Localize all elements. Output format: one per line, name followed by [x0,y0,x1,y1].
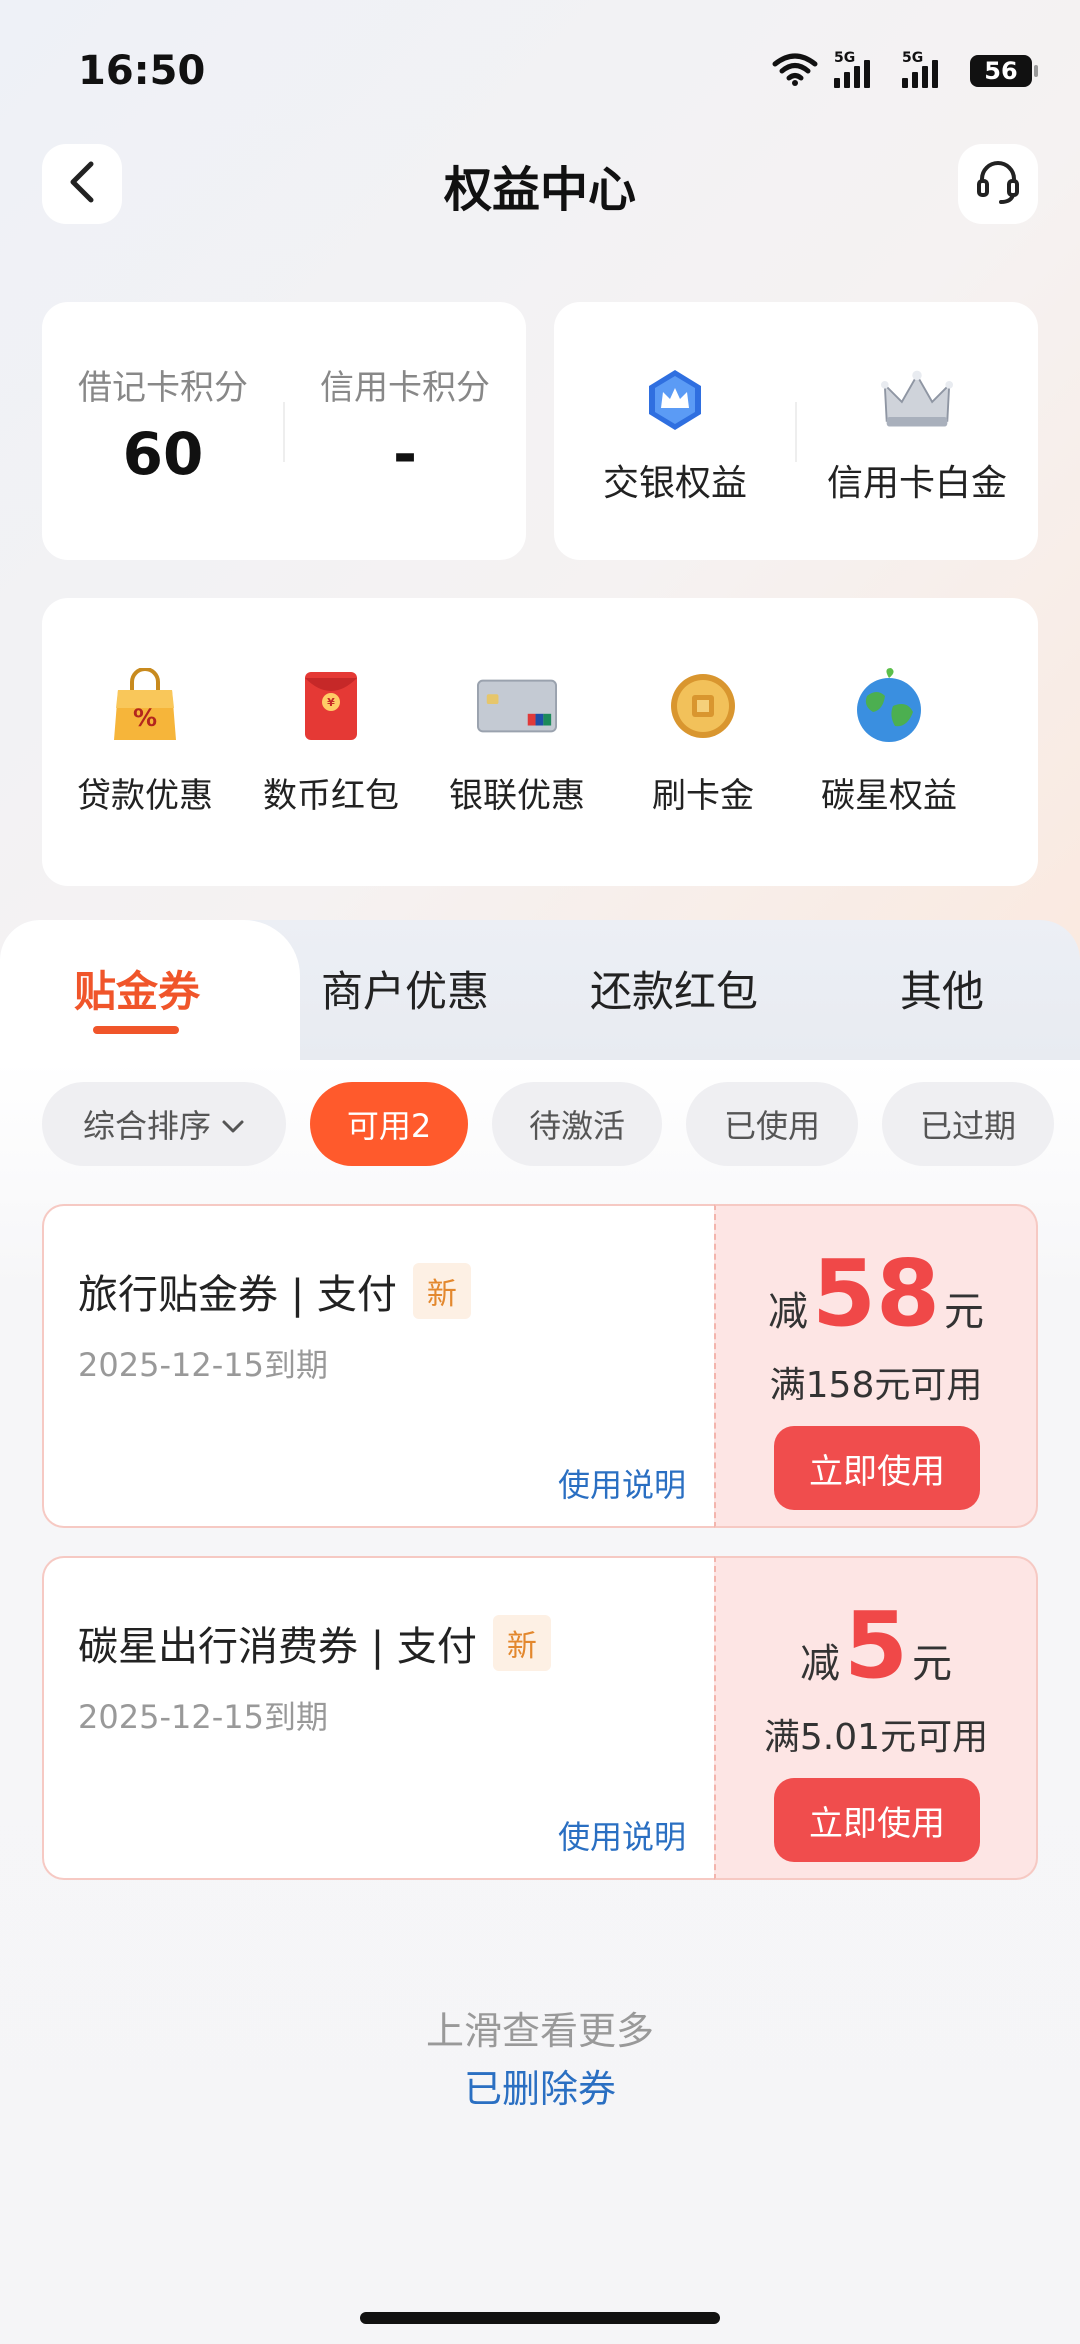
menu-item-loan-discount[interactable]: % 贷款优惠 [52,598,238,886]
menu-item-label: 碳星权益 [821,776,957,816]
bocom-rights-item[interactable]: 交银权益 [554,302,796,560]
tab-merchant-offers[interactable]: 商户优惠 [321,958,489,1019]
filter-chip-used[interactable]: 已使用 [686,1082,858,1166]
coupon-condition: 满5.01元可用 [763,1717,989,1758]
menu-item-carbon-star[interactable]: 碳星权益 [796,598,982,886]
tab-gold-coupon[interactable]: 贴金券 [74,958,200,1019]
filter-chip-pending-activation[interactable]: 待激活 [492,1082,662,1166]
coupon-title-row: 旅行贴金券 | 支付 新 [78,1262,471,1320]
amount-unit: 元 [944,1289,985,1335]
filter-chip-available[interactable]: 可用2 [310,1082,468,1166]
new-badge: 新 [492,1615,551,1671]
coupon-card: 旅行贴金券 | 支付 新 2025-12-15到期 使用说明 减 58 元 满1… [42,1204,1038,1528]
new-badge: 新 [412,1263,471,1319]
use-now-button[interactable]: 立即使用 [774,1778,980,1862]
menu-item-label: 银联优惠 [449,776,585,816]
scroll-more-hint: 上滑查看更多 [425,2009,654,2053]
points-card: 借记卡积分 60 信用卡积分 - [42,302,526,560]
coupon-amount: 减 58 元 [716,1240,1036,1347]
unionpay-card-icon [477,666,557,746]
page-title: 权益中心 [443,162,636,218]
debit-points-value: 60 [122,420,204,488]
coupon-title: 碳星出行消费券 | 支付 [78,1624,477,1670]
use-now-button[interactable]: 立即使用 [774,1426,980,1510]
credit-points-value: - [392,420,418,488]
coupon-value-panel: 减 5 元 满5.01元可用 立即使用 [714,1556,1038,1880]
tab-underline [93,1026,179,1034]
debit-points-label: 借记卡积分 [78,368,248,408]
menu-item-unionpay-discount[interactable]: 银联优惠 [424,598,610,886]
bocom-rights-label: 交银权益 [602,463,747,504]
amount-prefix: 减 [799,1641,840,1687]
chevron-down-icon [221,1105,245,1143]
tab-repayment-red-packet[interactable]: 还款红包 [590,958,758,1019]
deleted-coupons-link[interactable]: 已删除券 [0,2058,1080,2113]
menu-item-label: 刷卡金 [652,776,754,816]
menu-item-ecny-red-packet[interactable]: ¥ 数币红包 [238,598,424,886]
credit-points-label: 信用卡积分 [320,368,490,408]
svg-text:%: % [133,704,157,732]
rights-card: 交银权益 信用卡白金 [554,302,1038,560]
coupon-title-row: 碳星出行消费券 | 支付 新 [78,1614,551,1672]
cellular-signal-icon: 5G [834,50,886,88]
coupon-amount: 减 5 元 [716,1592,1036,1699]
benefits-menu-card: % 贷款优惠 ¥ 数币红包 银联优惠 刷卡金 碳星权益 [42,598,1038,886]
sort-dropdown[interactable]: 综合排序 [42,1082,286,1166]
coupon-info: 旅行贴金券 | 支付 新 2025-12-15到期 使用说明 [42,1204,714,1528]
status-icons: 5G 5G 56 [772,50,1038,90]
coupon-title: 旅行贴金券 | 支付 [78,1272,397,1318]
coupon-expiry: 2025-12-15到期 [78,1698,328,1736]
credit-points[interactable]: 信用卡积分 - [284,302,526,560]
customer-service-button[interactable] [958,144,1038,224]
coupon-info: 碳星出行消费券 | 支付 新 2025-12-15到期 使用说明 [42,1556,714,1880]
amount-value: 5 [843,1592,908,1699]
debit-points[interactable]: 借记卡积分 60 [42,302,284,560]
amount-prefix: 减 [767,1289,808,1335]
gold-coin-icon [663,666,743,746]
status-time: 16:50 [78,48,206,94]
crown-badge-icon [639,364,711,436]
home-indicator[interactable] [360,2312,720,2324]
amount-value: 58 [811,1240,941,1347]
filter-chip-expired[interactable]: 已过期 [882,1082,1054,1166]
tab-other[interactable]: 其他 [900,958,984,1019]
platinum-card-item[interactable]: 信用卡白金 [796,302,1038,560]
coupon-condition: 满158元可用 [769,1365,983,1406]
headset-icon [973,157,1023,211]
shopping-bag-icon: % [105,666,185,746]
red-envelope-icon: ¥ [291,666,371,746]
usage-instructions-link[interactable]: 使用说明 [558,1812,686,1858]
silver-crown-icon [881,364,953,436]
platinum-card-label: 信用卡白金 [826,463,1007,504]
wifi-icon [772,52,818,90]
earth-icon [849,666,929,746]
sort-label: 综合排序 [82,1107,211,1145]
screen: 16:50 5G 5G 56 权益中心 借记卡积分 60 信用卡积分 - 交银权… [0,0,1080,2344]
coupon-expiry: 2025-12-15到期 [78,1346,328,1384]
amount-unit: 元 [912,1641,952,1687]
svg-text:¥: ¥ [327,696,335,709]
cellular-signal-icon: 5G [902,50,954,88]
menu-item-label: 数币红包 [263,776,399,816]
coupon-card: 碳星出行消费券 | 支付 新 2025-12-15到期 使用说明 减 5 元 满… [42,1556,1038,1880]
battery-icon: 56 [970,55,1038,87]
usage-instructions-link[interactable]: 使用说明 [558,1460,686,1506]
coupon-value-panel: 减 58 元 满158元可用 立即使用 [714,1204,1038,1528]
menu-item-label: 贷款优惠 [77,776,213,816]
menu-item-card-cashback[interactable]: 刷卡金 [610,598,796,886]
